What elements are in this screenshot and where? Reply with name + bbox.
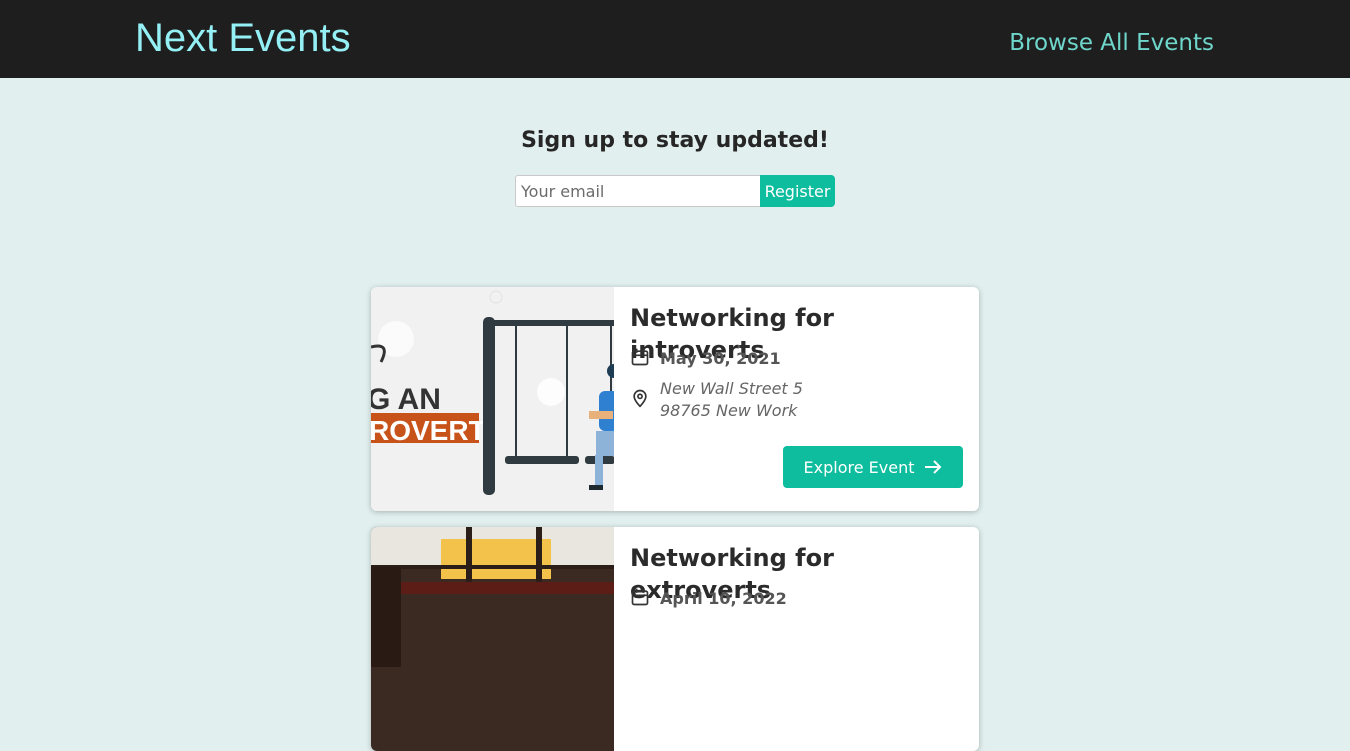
arrow-right-icon	[924, 460, 942, 474]
address-line-2: 98765 New Work	[660, 401, 798, 420]
logo-link[interactable]: Next Events	[135, 14, 351, 62]
newsletter-signup: Sign up to stay updated! Register	[0, 126, 1350, 207]
event-image	[371, 527, 614, 751]
event-date: May 30, 2021	[630, 347, 781, 371]
event-date: April 10, 2022	[630, 587, 787, 611]
event-card-body: Networking for introverts May 30, 2021 N…	[630, 287, 963, 420]
address-line-1: New Wall Street 5	[660, 379, 803, 398]
signup-form: Register	[515, 175, 835, 207]
image-text-top: G AN	[371, 383, 441, 416]
browse-all-events-link[interactable]: Browse All Events	[1009, 28, 1214, 58]
email-input[interactable]	[515, 175, 760, 207]
image-text-bottom: ROVERT	[371, 415, 486, 446]
signup-title: Sign up to stay updated!	[521, 128, 829, 153]
calendar-icon	[630, 587, 650, 611]
register-button[interactable]: Register	[760, 175, 835, 207]
event-date-text: May 30, 2021	[660, 349, 781, 368]
site-header: Next Events Browse All Events	[0, 0, 1350, 78]
calendar-icon	[630, 347, 650, 371]
event-card: G AN ROVERT Networking for introverts Ma…	[371, 287, 979, 511]
address-lines: New Wall Street 5 98765 New Work	[660, 378, 803, 422]
event-card: Networking for extroverts April 10, 2022	[371, 527, 979, 751]
explore-event-button[interactable]: Explore Event	[783, 446, 963, 488]
event-image: G AN ROVERT	[371, 287, 614, 511]
event-card-body: Networking for extroverts April 10, 2022	[630, 527, 963, 608]
event-date-text: April 10, 2022	[660, 589, 787, 608]
location-pin-icon	[630, 388, 650, 412]
explore-event-label: Explore Event	[803, 457, 915, 477]
event-address: New Wall Street 5 98765 New Work	[630, 378, 803, 422]
